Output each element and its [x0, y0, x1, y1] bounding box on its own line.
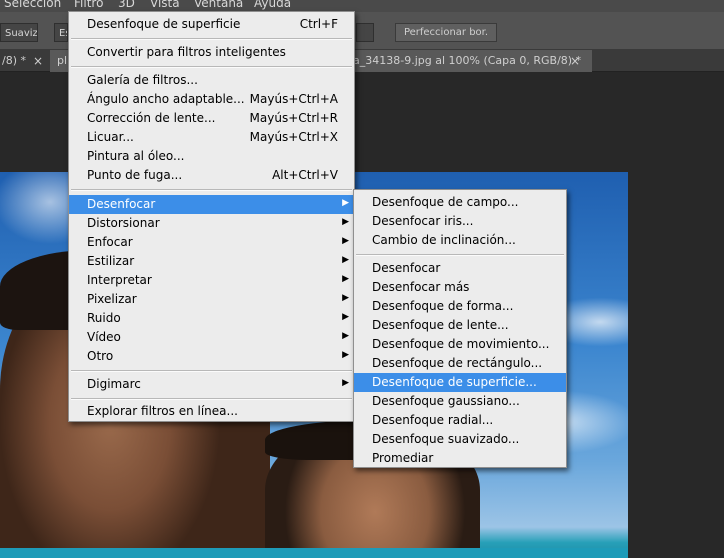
menu-separator — [71, 66, 352, 68]
document-tab-left[interactable]: /8) * — [0, 50, 52, 72]
menu-item-convert-smart-filters[interactable]: Convertir para filtros inteligentes — [69, 43, 354, 62]
close-icon[interactable]: × — [570, 50, 580, 72]
menu-ayuda[interactable]: Ayuda — [254, 0, 291, 9]
menu-item-other[interactable]: Otro ▶ — [69, 347, 354, 366]
menu-item-vanishing-point[interactable]: Punto de fuga... Alt+Ctrl+V — [69, 166, 354, 185]
submenu-item-surface-blur[interactable]: Desenfoque de superficie... — [354, 373, 566, 392]
tab-title-partial: pl — [57, 54, 68, 67]
submenu-item-field-blur[interactable]: Desenfoque de campo... — [354, 193, 566, 212]
blur-submenu: Desenfoque de campo... Desenfocar iris..… — [353, 189, 567, 468]
menu-item-browse-filters-online[interactable]: Explorar filtros en línea... — [69, 402, 354, 421]
submenu-arrow-icon: ▶ — [342, 236, 349, 246]
submenu-item-box-blur[interactable]: Desenfoque de rectángulo... — [354, 354, 566, 373]
submenu-arrow-icon: ▶ — [342, 350, 349, 360]
menu-item-render[interactable]: Interpretar ▶ — [69, 271, 354, 290]
submenu-arrow-icon: ▶ — [342, 255, 349, 265]
submenu-arrow-icon: ▶ — [342, 293, 349, 303]
photo-sea — [0, 548, 628, 558]
menu-seleccion[interactable]: Selección — [4, 0, 61, 9]
menu-item-oil-paint[interactable]: Pintura al óleo... — [69, 147, 354, 166]
tab-title: a_34138-9.jpg al 100% (Capa 0, RGB/8) * — [353, 54, 582, 67]
submenu-arrow-icon: ▶ — [342, 217, 349, 227]
submenu-item-shape-blur[interactable]: Desenfoque de forma... — [354, 297, 566, 316]
menu-vista[interactable]: Vista — [150, 0, 180, 9]
submenu-item-radial-blur[interactable]: Desenfoque radial... — [354, 411, 566, 430]
style-dropdown[interactable]: Es — [54, 23, 68, 42]
menu-item-video[interactable]: Vídeo ▶ — [69, 328, 354, 347]
menu-separator — [71, 189, 352, 191]
menu-separator — [356, 254, 564, 256]
submenu-item-lens-blur[interactable]: Desenfoque de lente... — [354, 316, 566, 335]
menu-separator — [71, 370, 352, 372]
menu-item-liquify[interactable]: Licuar... Mayús+Ctrl+X — [69, 128, 354, 147]
submenu-item-average[interactable]: Promediar — [354, 449, 566, 468]
submenu-item-smart-blur[interactable]: Desenfoque suavizado... — [354, 430, 566, 449]
menu-item-pixelate[interactable]: Pixelizar ▶ — [69, 290, 354, 309]
menu-item-adaptive-wide-angle[interactable]: Ángulo ancho adaptable... Mayús+Ctrl+A — [69, 90, 354, 109]
submenu-arrow-icon: ▶ — [342, 274, 349, 284]
menu-item-stylize[interactable]: Estilizar ▶ — [69, 252, 354, 271]
menu-ventana[interactable]: Ventana — [194, 0, 243, 9]
menu-separator — [71, 38, 352, 40]
menu-item-noise[interactable]: Ruido ▶ — [69, 309, 354, 328]
submenu-item-iris-blur[interactable]: Desenfocar iris... — [354, 212, 566, 231]
menu-item-lens-correction[interactable]: Corrección de lente... Mayús+Ctrl+R — [69, 109, 354, 128]
refine-edge-button[interactable]: Perfeccionar bor. — [395, 23, 497, 42]
submenu-item-tilt-shift[interactable]: Cambio de inclinación... — [354, 231, 566, 250]
submenu-arrow-icon: ▶ — [342, 312, 349, 322]
menu-item-blur[interactable]: Desenfocar ▶ — [69, 195, 354, 214]
submenu-item-motion-blur[interactable]: Desenfoque de movimiento... — [354, 335, 566, 354]
menu-item-digimarc[interactable]: Digimarc ▶ — [69, 375, 354, 394]
submenu-arrow-icon: ▶ — [342, 331, 349, 341]
menu-item-last-filter[interactable]: Desenfoque de superficie Ctrl+F — [69, 15, 354, 34]
menu-item-filter-gallery[interactable]: Galería de filtros... — [69, 71, 354, 90]
menu-item-distort[interactable]: Distorsionar ▶ — [69, 214, 354, 233]
submenu-item-blur-more[interactable]: Desenfocar más — [354, 278, 566, 297]
menu-filtro[interactable]: Filtro — [74, 0, 103, 9]
suavizar-checkbox[interactable]: Suavizar — [0, 23, 38, 42]
submenu-item-gaussian-blur[interactable]: Desenfoque gaussiano... — [354, 392, 566, 411]
close-icon[interactable]: × — [33, 50, 43, 72]
filter-menu: Desenfoque de superficie Ctrl+F Converti… — [68, 11, 355, 422]
submenu-item-blur[interactable]: Desenfocar — [354, 259, 566, 278]
submenu-arrow-icon: ▶ — [342, 378, 349, 388]
menu-3d[interactable]: 3D — [118, 0, 135, 9]
menu-separator — [71, 398, 352, 400]
menu-item-sharpen[interactable]: Enfocar ▶ — [69, 233, 354, 252]
submenu-arrow-icon: ▶ — [342, 198, 349, 208]
height-field[interactable] — [356, 23, 374, 42]
